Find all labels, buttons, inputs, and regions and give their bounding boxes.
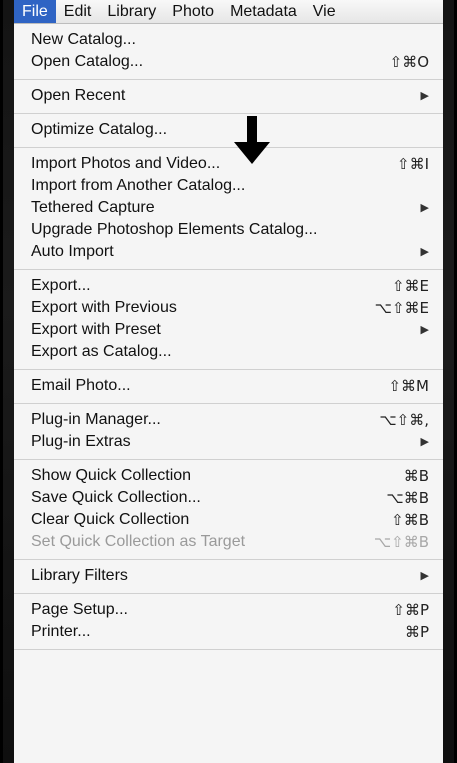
menu-item-label: New Catalog... [31, 31, 136, 48]
menu-item-plug-in-extras[interactable]: Plug-in Extras ▶ [14, 431, 443, 453]
menu-item-export-with-previous[interactable]: Export with Previous ⌥⇧⌘E [14, 297, 443, 319]
keyboard-shortcut: ⇧⌘M [388, 377, 429, 395]
menu-item-label: Library Filters [31, 567, 128, 584]
keyboard-shortcut: ⌥⇧⌘, [379, 411, 429, 429]
menu-item-label: Export... [31, 277, 91, 294]
menu-item-open-recent[interactable]: Open Recent ▶ [14, 85, 443, 107]
menu-item-label: Optimize Catalog... [31, 121, 168, 138]
menu-item-optimize-catalog[interactable]: Optimize Catalog... [14, 119, 443, 141]
menu-library[interactable]: Library [99, 0, 164, 23]
submenu-arrow-icon: ▶ [420, 202, 429, 214]
menu-item-label: Export with Previous [31, 299, 177, 316]
submenu-arrow-icon: ▶ [420, 90, 429, 102]
keyboard-shortcut: ⌥⇧⌘E [374, 299, 429, 317]
menu-item-label: Auto Import [31, 243, 114, 260]
keyboard-shortcut: ⌘B [403, 467, 429, 485]
keyboard-shortcut: ⇧⌘P [392, 601, 429, 619]
menu-item-export[interactable]: Export... ⇧⌘E [14, 275, 443, 297]
menu-item-clear-quick-collection[interactable]: Clear Quick Collection ⇧⌘B [14, 509, 443, 531]
menu-view[interactable]: Vie [305, 0, 344, 23]
menu-item-label: Import Photos and Video... [31, 155, 221, 172]
menu-group: Open Recent ▶ [14, 80, 443, 114]
menu-item-open-catalog[interactable]: Open Catalog... ⇧⌘O [14, 51, 443, 73]
menu-item-label: Email Photo... [31, 377, 131, 394]
menu-group: Export... ⇧⌘E Export with Previous ⌥⇧⌘E Expo… [14, 270, 443, 370]
menu-item-upgrade-photoshop-elements-catalog[interactable]: Upgrade Photoshop Elements Catalog... [14, 219, 443, 241]
keyboard-shortcut: ⌘P [404, 623, 429, 641]
menu-item-printer[interactable]: Printer... ⌘P [14, 621, 443, 643]
menu-group: Library Filters ▶ [14, 560, 443, 594]
menu-item-label: Upgrade Photoshop Elements Catalog... [31, 221, 318, 238]
menu-item-export-with-preset[interactable]: Export with Preset ▶ [14, 319, 443, 341]
menu-metadata[interactable]: Metadata [222, 0, 305, 23]
menu-item-show-quick-collection[interactable]: Show Quick Collection ⌘B [14, 465, 443, 487]
file-menu-window: File Edit Library Photo Metadata Vie New… [14, 0, 443, 763]
keyboard-shortcut: ⇧⌘I [397, 155, 429, 173]
menu-item-new-catalog[interactable]: New Catalog... [14, 29, 443, 51]
menu-item-label: Save Quick Collection... [31, 489, 201, 506]
menu-bar: File Edit Library Photo Metadata Vie [14, 0, 443, 24]
menu-item-label: Open Catalog... [31, 53, 144, 70]
down-arrow-icon [234, 116, 270, 164]
keyboard-shortcut: ⇧⌘O [389, 53, 429, 71]
menu-item-page-setup[interactable]: Page Setup... ⇧⌘P [14, 599, 443, 621]
menu-group: Plug-in Manager... ⌥⇧⌘, Plug-in Extras ▶ [14, 404, 443, 460]
submenu-arrow-icon: ▶ [420, 324, 429, 336]
menu-item-save-quick-collection[interactable]: Save Quick Collection... ⌥⌘B [14, 487, 443, 509]
menu-item-import-photos-and-video[interactable]: Import Photos and Video... ⇧⌘I [14, 153, 443, 175]
keyboard-shortcut: ⇧⌘E [391, 277, 429, 295]
menu-item-label: Show Quick Collection [31, 467, 192, 484]
menu-item-label: Plug-in Extras [31, 433, 131, 450]
menu-photo[interactable]: Photo [164, 0, 222, 23]
keyboard-shortcut: ⇧⌘B [391, 511, 429, 529]
menu-item-library-filters[interactable]: Library Filters ▶ [14, 565, 443, 587]
menu-group: New Catalog... Open Catalog... ⇧⌘O [14, 24, 443, 80]
menu-item-label: Import from Another Catalog... [31, 177, 246, 194]
menu-item-label: Set Quick Collection as Target [31, 533, 246, 550]
menu-group: Email Photo... ⇧⌘M [14, 370, 443, 404]
menu-item-auto-import[interactable]: Auto Import ▶ [14, 241, 443, 263]
menu-item-email-photo[interactable]: Email Photo... ⇧⌘M [14, 375, 443, 397]
menu-group: Show Quick Collection ⌘B Save Quick Collec… [14, 460, 443, 560]
menu-item-import-from-another-catalog[interactable]: Import from Another Catalog... [14, 175, 443, 197]
menu-item-label: Plug-in Manager... [31, 411, 161, 428]
file-menu-dropdown: New Catalog... Open Catalog... ⇧⌘O Open Rec… [14, 24, 443, 763]
menu-item-export-as-catalog[interactable]: Export as Catalog... [14, 341, 443, 363]
menu-edit[interactable]: Edit [56, 0, 100, 23]
menu-item-set-quick-collection-as-target: Set Quick Collection as Target ⌥⇧⌘B [14, 531, 443, 553]
left-border [0, 0, 3, 763]
menu-item-label: Clear Quick Collection [31, 511, 190, 528]
menu-item-label: Export with Preset [31, 321, 161, 338]
menu-group: Optimize Catalog... [14, 114, 443, 148]
menu-item-label: Page Setup... [31, 601, 128, 618]
submenu-arrow-icon: ▶ [420, 246, 429, 258]
submenu-arrow-icon: ▶ [420, 570, 429, 582]
submenu-arrow-icon: ▶ [420, 436, 429, 448]
menu-item-label: Open Recent [31, 87, 126, 104]
keyboard-shortcut: ⌥⇧⌘B [373, 533, 429, 551]
menu-group: Page Setup... ⇧⌘P Printer... ⌘P [14, 594, 443, 650]
menu-item-label: Export as Catalog... [31, 343, 172, 360]
menu-file[interactable]: File [14, 0, 56, 23]
menu-item-tethered-capture[interactable]: Tethered Capture ▶ [14, 197, 443, 219]
keyboard-shortcut: ⌥⌘B [386, 489, 429, 507]
menu-item-label: Tethered Capture [31, 199, 155, 216]
menu-group: Import Photos and Video... ⇧⌘I Import from… [14, 148, 443, 270]
menu-item-label: Printer... [31, 623, 91, 640]
menu-item-plug-in-manager[interactable]: Plug-in Manager... ⌥⇧⌘, [14, 409, 443, 431]
